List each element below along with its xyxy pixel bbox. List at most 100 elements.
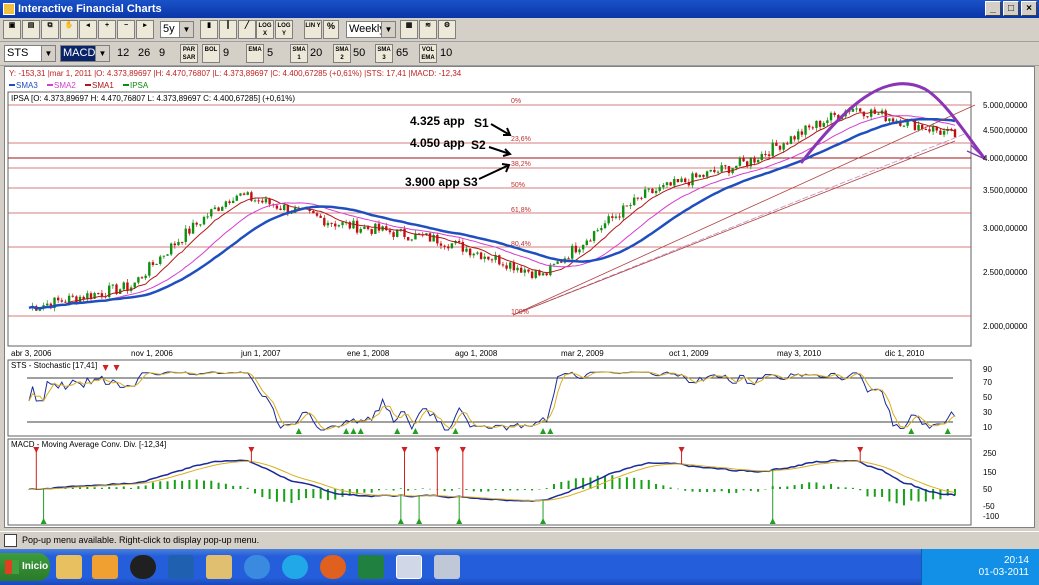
macd-param-fast[interactable]: 12: [117, 45, 129, 62]
hp-icon[interactable]: [130, 555, 156, 579]
ipsa-label: IPSA [O: 4.373,89697 H: 4.470,76807 L: 4…: [11, 94, 295, 103]
grid-icon[interactable]: ▦: [400, 20, 418, 39]
notes-icon[interactable]: [206, 555, 232, 579]
macd-histogram-bar: [421, 488, 424, 489]
x-tick-7: may 3, 2010: [777, 349, 822, 358]
macd-histogram-bar: [166, 481, 169, 489]
internet-explorer-icon[interactable]: [244, 555, 270, 579]
macd-histogram-bar: [560, 482, 563, 489]
vol-ema-value[interactable]: 10: [440, 45, 452, 62]
paint-icon[interactable]: [434, 555, 460, 579]
app-icon: [3, 3, 15, 15]
candle-body: [447, 246, 450, 249]
clock-time: 20:14: [1003, 555, 1029, 566]
close-button[interactable]: ×: [1021, 1, 1037, 16]
sma2-value[interactable]: 50: [353, 45, 365, 62]
bol-button[interactable]: BOL: [202, 44, 220, 63]
macd-histogram-bar: [210, 480, 213, 489]
indicator-select[interactable]: MACD ▼: [60, 45, 110, 62]
folder-icon[interactable]: [56, 555, 82, 579]
print-icon[interactable]: ▣: [3, 20, 21, 39]
candle-body: [662, 184, 665, 188]
candle-body: [406, 236, 410, 241]
candle-body: [111, 284, 115, 286]
candle-body: [275, 205, 279, 209]
hand-icon[interactable]: ✋: [60, 20, 78, 39]
candle-body: [206, 216, 209, 218]
skype-icon[interactable]: [282, 555, 308, 579]
macd-param-signal[interactable]: 9: [159, 45, 165, 62]
percent-button[interactable]: %: [323, 20, 339, 39]
save-icon[interactable]: ▤: [22, 20, 40, 39]
macd-tick-50: 50: [983, 485, 992, 494]
info-line: Y: -153,31 |mar 1, 2011 |O: 4.373,89697 …: [9, 69, 462, 78]
macd-histogram-bar: [202, 480, 205, 489]
candle-body: [622, 205, 625, 218]
macd-histogram-bar: [523, 489, 526, 491]
maximize-button[interactable]: □: [1003, 1, 1019, 16]
candle-body: [541, 273, 545, 276]
settings-icon[interactable]: ⚙: [438, 20, 456, 39]
legend-ipsa: IPSA: [130, 81, 149, 90]
zoom-in-icon[interactable]: +: [98, 20, 116, 39]
ema-button[interactable]: EMA: [246, 44, 264, 63]
sma3-button[interactable]: SMA 3: [375, 44, 393, 63]
sma1-value[interactable]: 20: [310, 45, 322, 62]
media-player-icon[interactable]: [92, 555, 118, 579]
pan-right-icon[interactable]: ▸: [136, 20, 154, 39]
y-tick-3500: 3.500,00000: [983, 186, 1028, 195]
x-tick-6: oct 1, 2009: [669, 349, 709, 358]
macd-param-slow[interactable]: 26: [138, 45, 150, 62]
ema-value[interactable]: 5: [267, 45, 273, 62]
annotation-s1-tag: S1: [474, 116, 489, 130]
start-button[interactable]: Inicio: [0, 553, 50, 581]
sma3-value[interactable]: 65: [396, 45, 408, 62]
symbol-select[interactable]: STS ▼: [4, 45, 56, 62]
vol-ema-button[interactable]: VOL EMA: [419, 44, 437, 63]
chart-area[interactable]: Y: -153,31 |mar 1, 2011 |O: 4.373,89697 …: [4, 66, 1035, 528]
zoom-out-icon[interactable]: −: [117, 20, 135, 39]
log-y-button[interactable]: LOG Y: [275, 20, 293, 39]
macd-histogram-bar: [888, 489, 891, 502]
chart-app-icon[interactable]: [168, 555, 194, 579]
macd-histogram-bar: [881, 489, 884, 497]
candle-body: [756, 160, 760, 163]
candle-body: [501, 264, 505, 266]
macd-histogram-bar: [407, 489, 410, 491]
candle-body: [643, 189, 647, 198]
candle-body: [764, 153, 767, 155]
macd-histogram-bar: [859, 489, 862, 491]
macd-histogram-bar: [516, 489, 519, 491]
candle-body: [436, 234, 439, 244]
firefox-icon[interactable]: [320, 555, 346, 579]
candle-body: [826, 120, 829, 124]
candle-body: [654, 190, 658, 194]
chevron-down-icon: ▼: [179, 22, 193, 37]
macd-histogram-bar: [691, 489, 694, 492]
candle-body: [625, 205, 629, 207]
log-x-button[interactable]: LOG X: [256, 20, 274, 39]
pan-left-icon[interactable]: ◂: [79, 20, 97, 39]
java-icon[interactable]: [396, 555, 422, 579]
excel-icon[interactable]: [358, 555, 384, 579]
lin-y-button[interactable]: LIN Y: [304, 20, 322, 39]
minimize-button[interactable]: _: [985, 1, 1001, 16]
bar-chart-icon[interactable]: ▮: [200, 20, 218, 39]
par-sar-button[interactable]: PAR SAR: [180, 44, 198, 63]
sma2-button[interactable]: SMA 2: [333, 44, 351, 63]
copy-icon[interactable]: ⧉: [41, 20, 59, 39]
sma1-button[interactable]: SMA 1: [290, 44, 308, 63]
line-chart-icon[interactable]: ╱: [238, 20, 256, 39]
candle-body: [716, 171, 720, 173]
toolbar-indicators: STS ▼ MACD ▼ 12 26 9 PAR SAR BOL 9 EMA 5 S…: [0, 42, 1039, 66]
candle-chart-icon[interactable]: ┃: [219, 20, 237, 39]
interval-select[interactable]: Weekly ▼: [346, 21, 396, 38]
macd-y-axis: 250 150 50 -50 -100: [983, 449, 1000, 521]
macd-histogram-bar: [895, 489, 898, 504]
x-tick-5: mar 2, 2009: [561, 349, 604, 358]
candle-body: [512, 262, 516, 271]
compare-icon[interactable]: ≋: [419, 20, 437, 39]
windows-flag-icon: [5, 560, 19, 574]
period-select[interactable]: 5y ▼: [160, 21, 194, 38]
bol-value[interactable]: 9: [223, 45, 229, 62]
